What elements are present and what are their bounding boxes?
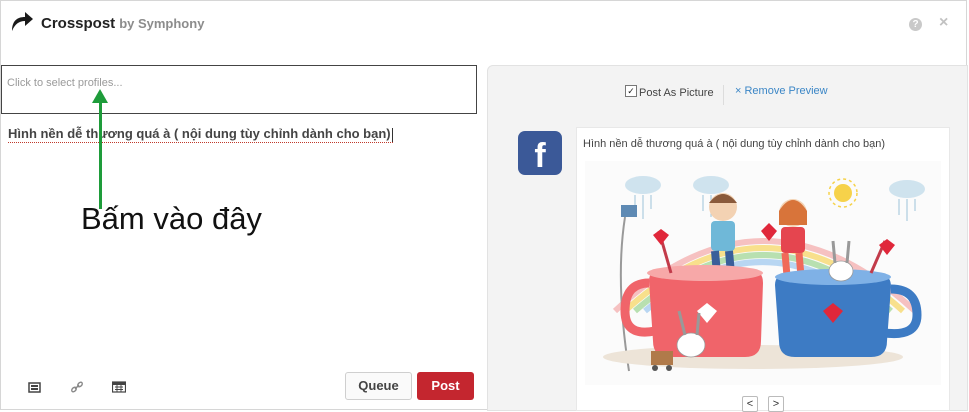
app-subtitle: by Symphony: [119, 16, 205, 31]
divider: [723, 85, 724, 105]
help-icon[interactable]: ?: [909, 18, 922, 31]
remove-preview-link[interactable]: × Remove Preview: [735, 85, 828, 97]
queue-button[interactable]: Queue: [345, 372, 412, 400]
link-icon[interactable]: [70, 381, 84, 393]
message-text: Hình nền dễ thương quá à ( nội dung tùy …: [8, 126, 391, 141]
dialog-title: Crosspost by Symphony: [41, 15, 204, 32]
calendar-icon[interactable]: [112, 381, 126, 393]
media-icon[interactable]: [28, 381, 42, 393]
preview-image: [585, 161, 941, 385]
post-as-picture-label[interactable]: Post As Picture: [639, 87, 714, 99]
text-cursor: [391, 127, 393, 142]
facebook-icon: f: [518, 131, 562, 175]
message-editor[interactable]: Hình nền dễ thương quá à ( nội dung tùy …: [8, 126, 393, 143]
post-as-picture-checkbox[interactable]: ✓: [625, 85, 637, 97]
dialog-header: Crosspost by Symphony ? ×: [1, 1, 968, 49]
close-icon[interactable]: ×: [939, 14, 948, 32]
profile-selector[interactable]: Click to select profiles...: [1, 65, 477, 114]
annotation-arrow: [99, 101, 102, 209]
share-arrow-icon: [12, 12, 33, 31]
profile-placeholder: Click to select profiles...: [7, 77, 123, 89]
previous-image-button[interactable]: <: [742, 396, 758, 412]
next-image-button[interactable]: >: [768, 396, 784, 412]
preview-caption: Hình nền dễ thương quá à ( nội dung tùy …: [583, 138, 886, 150]
crosspost-dialog: Crosspost by Symphony ? × Click to select…: [0, 0, 968, 412]
post-button[interactable]: Post: [417, 372, 474, 400]
annotation-text: Bấm vào đây: [81, 201, 262, 236]
app-name: Crosspost: [41, 15, 116, 32]
